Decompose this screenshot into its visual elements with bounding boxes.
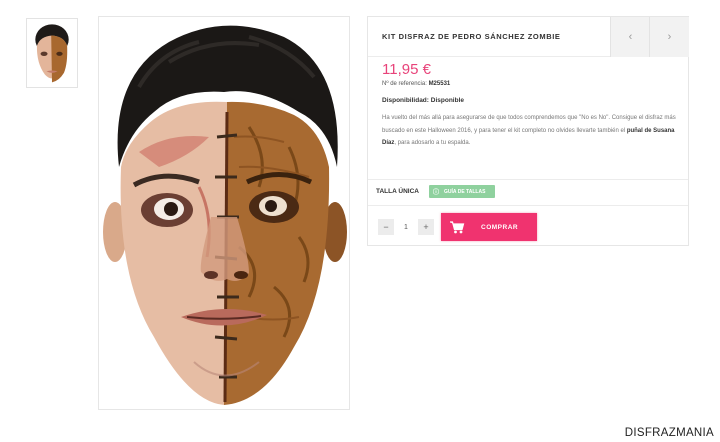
product-thumbnail[interactable] (26, 18, 78, 88)
previous-product-button[interactable]: ‹ (610, 17, 650, 57)
divider (368, 205, 688, 206)
chevron-right-icon: › (667, 31, 672, 43)
availability-label: Disponibilidad: (382, 97, 429, 104)
availability-line: Disponibilidad: Disponible (382, 97, 464, 104)
buy-button[interactable]: COMPRAR (441, 213, 537, 241)
quantity-input[interactable]: 1 (394, 219, 418, 235)
size-guide-button[interactable]: ⓘ GUÍA DE TALLAS (429, 185, 495, 198)
quantity-decrease-button[interactable]: − (378, 219, 394, 235)
size-label: TALLA ÚNICA (376, 188, 419, 195)
product-main-image[interactable] (98, 16, 350, 410)
product-price: 11,95 € (382, 61, 431, 78)
size-guide-label: GUÍA DE TALLAS (444, 188, 486, 195)
shopping-cart-icon (449, 220, 469, 234)
info-icon: ⓘ (433, 190, 440, 196)
product-title: KIT DISFRAZ DE PEDRO SÁNCHEZ ZOMBIE (382, 32, 561, 41)
product-description: Ha vuelto del más allá para asegurarse d… (382, 112, 678, 150)
title-row: KIT DISFRAZ DE PEDRO SÁNCHEZ ZOMBIE ‹ › (368, 17, 689, 57)
reference-value: M25531 (428, 81, 451, 87)
chevron-left-icon: ‹ (628, 31, 633, 43)
quantity-increase-button[interactable]: + (418, 219, 434, 235)
watermark-text: DISFRAZMANIA (624, 427, 714, 439)
reference-line: Nº de referencia: M25531 (382, 81, 450, 87)
zombie-mask-image (103, 25, 347, 406)
buy-button-label: COMPRAR (481, 223, 519, 231)
product-info-panel: KIT DISFRAZ DE PEDRO SÁNCHEZ ZOMBIE ‹ › … (367, 16, 689, 246)
description-text-2: , para adosarlo a tu espalda. (394, 140, 471, 146)
mask-thumbnail-image (35, 24, 69, 83)
divider (368, 179, 688, 180)
availability-value: Disponible (430, 97, 464, 104)
reference-label: Nº de referencia: (382, 81, 427, 87)
next-product-button[interactable]: › (649, 17, 689, 57)
